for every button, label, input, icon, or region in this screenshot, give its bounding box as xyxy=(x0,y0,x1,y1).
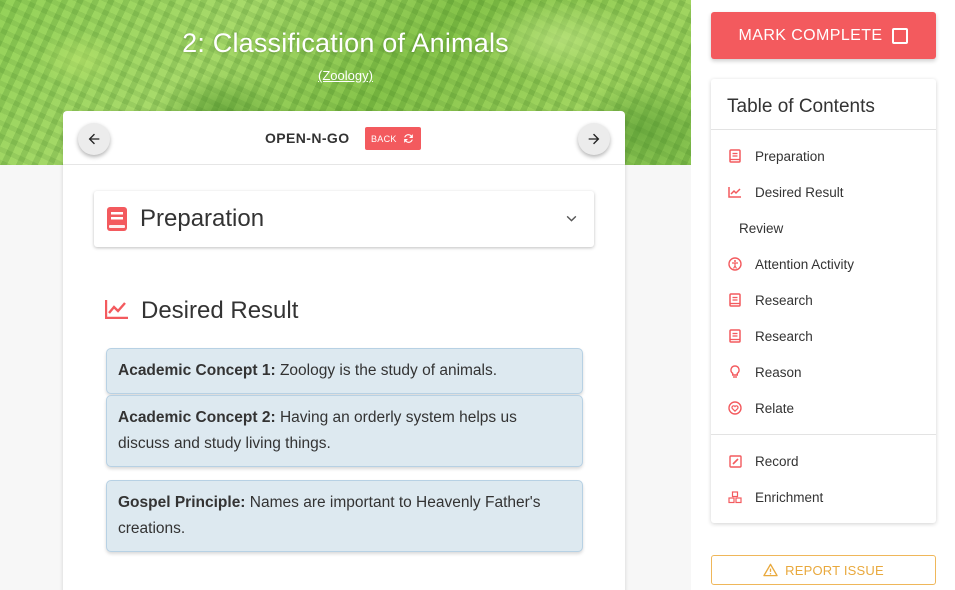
preparation-title: Preparation xyxy=(140,205,265,232)
toc-item-enrichment[interactable]: Enrichment xyxy=(727,487,823,507)
toc-item-record[interactable]: Record xyxy=(727,451,799,471)
card-header: OPEN-N-GO BACK xyxy=(63,111,625,165)
toc-item-attention-activity[interactable]: Attention Activity xyxy=(727,254,854,274)
concept-label: Academic Concept 2: xyxy=(118,409,276,426)
concept-box: Academic Concept 1: Zoology is the study… xyxy=(106,348,583,394)
toc-item-research[interactable]: Research xyxy=(727,290,813,310)
toc-item-label: Attention Activity xyxy=(755,256,855,272)
book-icon xyxy=(727,292,743,308)
previous-button[interactable] xyxy=(78,123,110,155)
lesson-card: OPEN-N-GO BACK Preparation Desired Resul… xyxy=(63,111,625,590)
checkbox-icon xyxy=(892,27,909,44)
blocks-icon xyxy=(727,489,743,505)
warning-icon xyxy=(763,563,778,577)
report-issue-label: REPORT ISSUE xyxy=(785,562,884,578)
divider xyxy=(711,129,936,130)
desired-result-title: Desired Result xyxy=(141,297,299,324)
toc-item-review[interactable]: Review xyxy=(739,218,783,238)
refresh-icon xyxy=(403,134,413,143)
toc-title: Table of Contents xyxy=(727,96,875,117)
toc-item-research[interactable]: Research xyxy=(727,326,813,346)
toc-item-reason[interactable]: Reason xyxy=(727,362,802,382)
toc-item-label: Research xyxy=(755,292,813,308)
toc-item-label: Reason xyxy=(755,364,802,380)
book-icon xyxy=(107,207,127,231)
toc-item-label: Review xyxy=(739,220,784,236)
concept-box: Academic Concept 2: Having an orderly sy… xyxy=(106,395,583,467)
arrow-left-icon xyxy=(88,133,100,145)
back-button-label: BACK xyxy=(371,133,397,144)
trending-up-icon xyxy=(727,184,743,200)
mark-complete-label: MARK COMPLETE xyxy=(738,26,883,44)
pencil-square-icon xyxy=(727,453,743,469)
arrow-right-icon xyxy=(588,133,600,145)
table-of-contents: Table of Contents Preparation Desired Re… xyxy=(711,79,936,523)
toc-item-label: Relate xyxy=(755,400,795,416)
mark-complete-button[interactable]: MARK COMPLETE xyxy=(711,12,936,59)
concept-box: Gospel Principle: Names are important to… xyxy=(106,480,583,552)
lesson-area: 2: Classification of Animals (Zoology) O… xyxy=(0,0,691,590)
chevron-down-icon xyxy=(566,215,577,222)
subject-link[interactable]: (Zoology) xyxy=(0,68,691,83)
book-icon xyxy=(727,148,743,164)
book-icon xyxy=(727,328,743,344)
toc-item-preparation[interactable]: Preparation xyxy=(727,146,825,166)
back-button[interactable]: BACK xyxy=(365,127,421,150)
accessibility-icon xyxy=(727,256,743,272)
next-button[interactable] xyxy=(578,123,610,155)
concept-text: Zoology is the study of animals. xyxy=(275,362,498,379)
heart-circle-icon xyxy=(727,400,743,416)
toc-item-desired-result[interactable]: Desired Result xyxy=(727,182,844,202)
toc-item-label: Desired Result xyxy=(755,184,844,200)
toc-item-label: Preparation xyxy=(755,148,825,164)
mode-label: OPEN-N-GO xyxy=(265,130,350,146)
lightbulb-icon xyxy=(727,364,743,380)
report-issue-button[interactable]: REPORT ISSUE xyxy=(711,555,936,585)
toc-item-label: Record xyxy=(755,453,799,469)
concept-label: Academic Concept 1: xyxy=(118,362,276,379)
concept-label: Gospel Principle: xyxy=(118,494,246,511)
preparation-panel[interactable]: Preparation xyxy=(94,191,594,247)
trending-up-icon xyxy=(105,300,128,319)
toc-item-label: Research xyxy=(755,328,813,344)
divider xyxy=(711,434,936,435)
toc-item-label: Enrichment xyxy=(755,489,824,505)
toc-item-relate[interactable]: Relate xyxy=(727,398,794,418)
lesson-title: 2: Classification of Animals xyxy=(182,28,509,58)
